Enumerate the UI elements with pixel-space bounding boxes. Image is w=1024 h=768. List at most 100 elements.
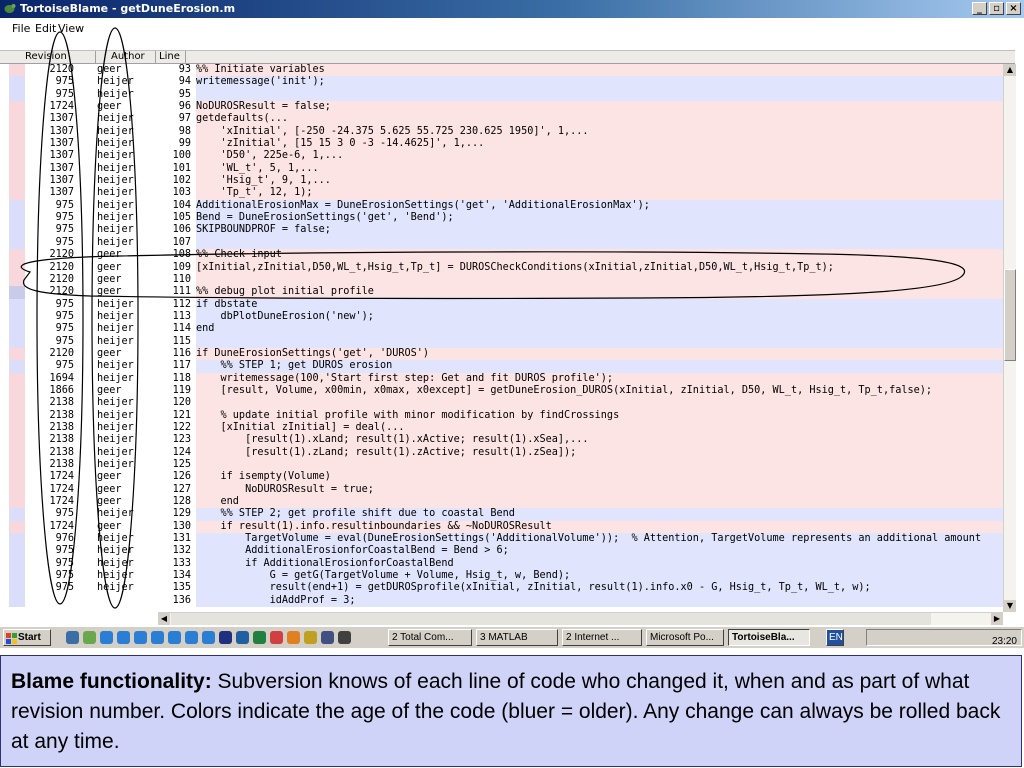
- author-cell[interactable]: geer: [97, 484, 157, 496]
- quick-launch-icon[interactable]: [168, 631, 181, 644]
- author-cell[interactable]: heijer: [97, 89, 157, 101]
- author-cell[interactable]: heijer: [97, 138, 157, 150]
- author-cell[interactable]: heijer: [97, 163, 157, 175]
- revision-cell[interactable]: 1724: [28, 496, 74, 508]
- revision-cell[interactable]: 2138: [28, 422, 74, 434]
- blame-row[interactable]: 2120 geer 108 %% Check input: [0, 249, 1003, 262]
- blame-row[interactable]: 1307 heijer 100 'D50', 225e-6, 1,...: [0, 150, 1003, 163]
- author-cell[interactable]: heijer: [97, 545, 157, 557]
- revision-cell[interactable]: 2138: [28, 434, 74, 446]
- taskbar-item-matlab[interactable]: 3 MATLAB: [476, 629, 558, 646]
- quick-launch-icon[interactable]: [304, 631, 317, 644]
- code-line[interactable]: writemessage('init');: [196, 76, 1003, 89]
- code-line[interactable]: 'xInitial', [-250 -24.375 5.625 55.725 2…: [196, 125, 1003, 139]
- blame-row[interactable]: 2120 geer 110: [0, 273, 1003, 287]
- author-cell[interactable]: heijer: [97, 533, 157, 545]
- code-line[interactable]: if dbstate: [196, 298, 1003, 311]
- blame-row[interactable]: 1724 geer 96 NoDUROSResult = false;: [0, 101, 1003, 114]
- revision-cell[interactable]: 1724: [28, 471, 74, 483]
- menu-edit[interactable]: Edit: [35, 22, 56, 35]
- scroll-down-icon[interactable]: ▼: [1004, 600, 1016, 612]
- code-line[interactable]: [result(1).zLand; result(1).zActive; res…: [196, 446, 1003, 459]
- revision-cell[interactable]: 975: [28, 570, 74, 582]
- revision-cell[interactable]: 2120: [28, 348, 74, 360]
- quick-launch-icon[interactable]: [236, 631, 249, 644]
- author-cell[interactable]: heijer: [97, 360, 157, 372]
- revision-cell[interactable]: 1866: [28, 385, 74, 397]
- author-cell[interactable]: heijer: [97, 582, 157, 594]
- code-line[interactable]: end: [196, 496, 1003, 509]
- code-line[interactable]: [196, 397, 1003, 410]
- code-line[interactable]: AdditionalErosionMax = DuneErosionSettin…: [196, 199, 1003, 213]
- revision-cell[interactable]: 975: [28, 200, 74, 212]
- revision-cell[interactable]: 1724: [28, 484, 74, 496]
- code-line[interactable]: writemessage(100,'Start first step: Get …: [196, 372, 1003, 385]
- blame-row[interactable]: 975 heijer 112 if dbstate: [0, 298, 1003, 311]
- blame-row[interactable]: 2120 geer 111 %% debug plot initial profile: [0, 286, 1003, 299]
- blame-row[interactable]: 975 heijer 106 SKIPBOUNDPROF = false;: [0, 224, 1003, 237]
- author-cell[interactable]: geer: [97, 262, 157, 274]
- author-cell[interactable]: geer: [97, 286, 157, 298]
- quick-launch-icon[interactable]: [338, 631, 351, 644]
- blame-row[interactable]: 975 heijer 105 Bend = DuneErosionSettings('…: [0, 212, 1003, 225]
- code-line[interactable]: [xInitial,zInitial,D50,WL_t,Hsig_t,Tp_t]…: [196, 261, 1003, 274]
- blame-view[interactable]: 2120 geer 93 %% Initiate variables 975 heijer…: [0, 64, 1003, 612]
- revision-cell[interactable]: 976: [28, 533, 74, 545]
- code-line[interactable]: %% debug plot initial profile: [196, 286, 1003, 299]
- blame-row[interactable]: 2138 heijer 125: [0, 459, 1003, 472]
- horizontal-scroll-thumb[interactable]: [171, 613, 931, 625]
- revision-cell[interactable]: 975: [28, 299, 74, 311]
- code-line[interactable]: getdefaults(...: [196, 113, 1003, 126]
- blame-row[interactable]: 2138 heijer 120: [0, 397, 1003, 410]
- author-cell[interactable]: heijer: [97, 323, 157, 335]
- blame-row[interactable]: 975 heijer 115: [0, 335, 1003, 348]
- blame-row[interactable]: 975 heijer 117 %% STEP 1; get DUROS erosio…: [0, 360, 1003, 373]
- revision-cell[interactable]: 975: [28, 311, 74, 323]
- author-cell[interactable]: geer: [97, 101, 157, 113]
- quick-launch-icon[interactable]: [151, 631, 164, 644]
- code-line[interactable]: idAddProf = 3;: [196, 594, 1003, 608]
- author-cell[interactable]: heijer: [97, 373, 157, 385]
- revision-cell[interactable]: 975: [28, 360, 74, 372]
- author-cell[interactable]: heijer: [97, 397, 157, 409]
- blame-row[interactable]: 1307 heijer 102 'Hsig_t', 9, 1,...: [0, 175, 1003, 188]
- code-line[interactable]: if DuneErosionSettings('get', 'DUROS'): [196, 347, 1003, 361]
- blame-row[interactable]: 2120 geer 116 if DuneErosionSettings('get',…: [0, 347, 1003, 361]
- code-line[interactable]: [196, 236, 1003, 250]
- revision-cell[interactable]: 975: [28, 508, 74, 520]
- blame-row[interactable]: 975 heijer 132 AdditionalErosionforCoastal…: [0, 545, 1003, 558]
- author-cell[interactable]: heijer: [97, 126, 157, 138]
- quick-launch-icon[interactable]: [185, 631, 198, 644]
- revision-cell[interactable]: 975: [28, 336, 74, 348]
- quick-launch-icon[interactable]: [321, 631, 334, 644]
- blame-row[interactable]: 975 heijer 134 G = getG(TargetVolume + Vol…: [0, 570, 1003, 583]
- menu-file[interactable]: File: [12, 22, 30, 35]
- author-cell[interactable]: heijer: [97, 237, 157, 249]
- quick-launch-icon[interactable]: [100, 631, 113, 644]
- revision-cell[interactable]: 2120: [28, 262, 74, 274]
- revision-cell[interactable]: 975: [28, 237, 74, 249]
- code-line[interactable]: [result(1).xLand; result(1).xActive; res…: [196, 434, 1003, 447]
- blame-row[interactable]: 975 heijer 107: [0, 236, 1003, 250]
- revision-cell[interactable]: 975: [28, 582, 74, 594]
- blame-row[interactable]: 2138 heijer 123 [result(1).xLand; result(1…: [0, 434, 1003, 447]
- author-cell[interactable]: heijer: [97, 224, 157, 236]
- blame-row[interactable]: 975 heijer 94 writemessage('init');: [0, 76, 1003, 89]
- blame-row[interactable]: 136 idAddProf = 3;: [0, 594, 1003, 608]
- code-line[interactable]: 'Tp_t', 12, 1);: [196, 187, 1003, 200]
- author-cell[interactable]: heijer: [97, 200, 157, 212]
- blame-row[interactable]: 1694 heijer 118 writemessage(100,'Start fi…: [0, 372, 1003, 385]
- revision-cell[interactable]: 1307: [28, 150, 74, 162]
- author-cell[interactable]: heijer: [97, 459, 157, 471]
- blame-row[interactable]: 975 heijer 133 if AdditionalErosionforCoas…: [0, 557, 1003, 571]
- revision-cell[interactable]: 1307: [28, 126, 74, 138]
- line-column-header[interactable]: Line: [156, 51, 186, 63]
- author-column-header[interactable]: Author: [96, 51, 156, 63]
- blame-row[interactable]: 2138 heijer 124 [result(1).zLand; result(1…: [0, 446, 1003, 459]
- quick-launch-icon[interactable]: [134, 631, 147, 644]
- code-line[interactable]: [196, 88, 1003, 102]
- author-cell[interactable]: heijer: [97, 212, 157, 224]
- blame-row[interactable]: 975 heijer 129 %% STEP 2; get profile shif…: [0, 508, 1003, 521]
- code-line[interactable]: Bend = DuneErosionSettings('get', 'Bend'…: [196, 212, 1003, 225]
- code-line[interactable]: SKIPBOUNDPROF = false;: [196, 224, 1003, 237]
